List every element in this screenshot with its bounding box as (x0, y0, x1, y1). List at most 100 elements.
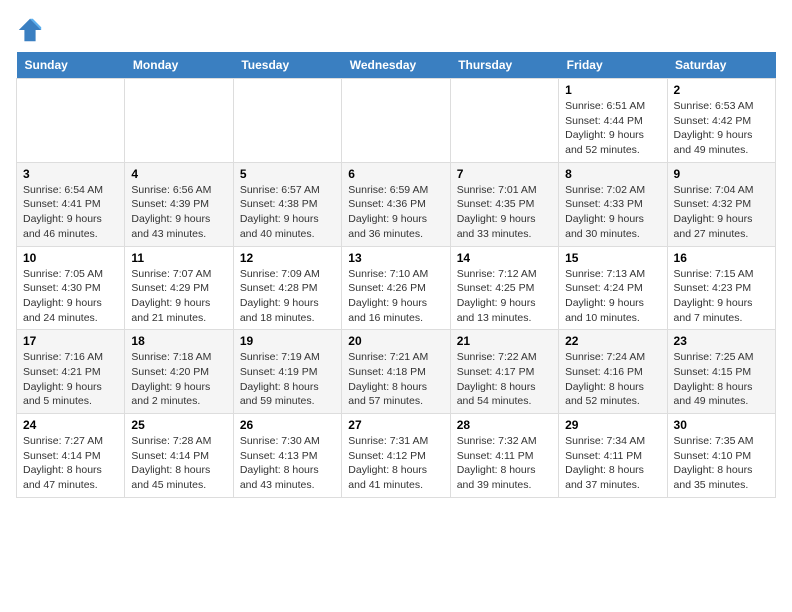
calendar-cell: 18 Sunrise: 7:18 AMSunset: 4:20 PMDayligh… (125, 330, 233, 414)
day-info: Sunrise: 7:31 AMSunset: 4:12 PMDaylight:… (348, 434, 443, 493)
day-info: Sunrise: 6:57 AMSunset: 4:38 PMDaylight:… (240, 183, 335, 242)
calendar-cell: 13 Sunrise: 7:10 AMSunset: 4:26 PMDayligh… (342, 246, 450, 330)
calendar-cell (17, 79, 125, 163)
weekday-header-row: SundayMondayTuesdayWednesdayThursdayFrid… (17, 52, 776, 79)
day-number: 14 (457, 251, 552, 265)
day-number: 20 (348, 334, 443, 348)
calendar-cell: 6Sunrise: 6:59 AMSunset: 4:36 PMDaylight… (342, 162, 450, 246)
calendar-cell: 8 Sunrise: 7:02 AMSunset: 4:33 PMDaylight… (559, 162, 667, 246)
calendar-week-row: 1Sunrise: 6:51 AMSunset: 4:44 PMDaylight… (17, 79, 776, 163)
day-info: Sunrise: 7:25 AMSunset: 4:15 PMDaylight:… (674, 350, 769, 409)
weekday-header: Wednesday (342, 52, 450, 79)
day-info: Sunrise: 7:04 AMSunset: 4:32 PMDaylight:… (674, 183, 769, 242)
day-info: Sunrise: 6:59 AMSunset: 4:36 PMDaylight:… (348, 183, 443, 242)
day-info: Sunrise: 6:54 AMSunset: 4:41 PMDaylight:… (23, 183, 118, 242)
calendar-cell: 28 Sunrise: 7:32 AMSunset: 4:11 PMDayligh… (450, 414, 558, 498)
calendar-cell: 22 Sunrise: 7:24 AMSunset: 4:16 PMDayligh… (559, 330, 667, 414)
day-number: 26 (240, 418, 335, 432)
calendar-cell: 24Sunrise: 7:27 AMSunset: 4:14 PMDayligh… (17, 414, 125, 498)
calendar-week-row: 24Sunrise: 7:27 AMSunset: 4:14 PMDayligh… (17, 414, 776, 498)
day-number: 25 (131, 418, 226, 432)
day-info: Sunrise: 7:32 AMSunset: 4:11 PMDaylight:… (457, 434, 552, 493)
day-number: 8 (565, 167, 660, 181)
calendar-cell: 5Sunrise: 6:57 AMSunset: 4:38 PMDaylight… (233, 162, 341, 246)
calendar-cell: 7Sunrise: 7:01 AMSunset: 4:35 PMDaylight… (450, 162, 558, 246)
calendar-week-row: 17 Sunrise: 7:16 AMSunset: 4:21 PMDayligh… (17, 330, 776, 414)
day-info: Sunrise: 7:19 AMSunset: 4:19 PMDaylight:… (240, 350, 335, 409)
weekday-header: Tuesday (233, 52, 341, 79)
day-info: Sunrise: 7:24 AMSunset: 4:16 PMDaylight:… (565, 350, 660, 409)
header (16, 16, 776, 44)
day-info: Sunrise: 7:28 AMSunset: 4:14 PMDaylight:… (131, 434, 226, 493)
calendar-cell: 12Sunrise: 7:09 AMSunset: 4:28 PMDayligh… (233, 246, 341, 330)
day-number: 15 (565, 251, 660, 265)
logo-icon (16, 16, 44, 44)
day-number: 2 (674, 83, 769, 97)
calendar-cell: 15 Sunrise: 7:13 AMSunset: 4:24 PMDayligh… (559, 246, 667, 330)
calendar-cell: 25 Sunrise: 7:28 AMSunset: 4:14 PMDayligh… (125, 414, 233, 498)
day-number: 18 (131, 334, 226, 348)
calendar-cell (233, 79, 341, 163)
day-number: 23 (674, 334, 769, 348)
weekday-header: Saturday (667, 52, 775, 79)
day-info: Sunrise: 7:16 AMSunset: 4:21 PMDaylight:… (23, 350, 118, 409)
day-info: Sunrise: 7:22 AMSunset: 4:17 PMDaylight:… (457, 350, 552, 409)
weekday-header: Thursday (450, 52, 558, 79)
day-info: Sunrise: 7:13 AMSunset: 4:24 PMDaylight:… (565, 267, 660, 326)
day-number: 3 (23, 167, 118, 181)
day-info: Sunrise: 6:56 AMSunset: 4:39 PMDaylight:… (131, 183, 226, 242)
calendar-cell: 27 Sunrise: 7:31 AMSunset: 4:12 PMDayligh… (342, 414, 450, 498)
calendar-cell: 1Sunrise: 6:51 AMSunset: 4:44 PMDaylight… (559, 79, 667, 163)
calendar: SundayMondayTuesdayWednesdayThursdayFrid… (16, 52, 776, 498)
day-info: Sunrise: 7:27 AMSunset: 4:14 PMDaylight:… (23, 434, 118, 493)
day-info: Sunrise: 7:10 AMSunset: 4:26 PMDaylight:… (348, 267, 443, 326)
calendar-cell: 23 Sunrise: 7:25 AMSunset: 4:15 PMDayligh… (667, 330, 775, 414)
day-info: Sunrise: 6:51 AMSunset: 4:44 PMDaylight:… (565, 99, 660, 158)
calendar-cell: 20 Sunrise: 7:21 AMSunset: 4:18 PMDayligh… (342, 330, 450, 414)
day-number: 22 (565, 334, 660, 348)
day-info: Sunrise: 7:30 AMSunset: 4:13 PMDaylight:… (240, 434, 335, 493)
day-number: 17 (23, 334, 118, 348)
calendar-cell: 17 Sunrise: 7:16 AMSunset: 4:21 PMDayligh… (17, 330, 125, 414)
day-number: 28 (457, 418, 552, 432)
calendar-week-row: 3 Sunrise: 6:54 AMSunset: 4:41 PMDaylight… (17, 162, 776, 246)
weekday-header: Sunday (17, 52, 125, 79)
calendar-cell: 26 Sunrise: 7:30 AMSunset: 4:13 PMDayligh… (233, 414, 341, 498)
day-info: Sunrise: 7:02 AMSunset: 4:33 PMDaylight:… (565, 183, 660, 242)
calendar-cell (450, 79, 558, 163)
calendar-cell: 19Sunrise: 7:19 AMSunset: 4:19 PMDayligh… (233, 330, 341, 414)
calendar-week-row: 10Sunrise: 7:05 AMSunset: 4:30 PMDayligh… (17, 246, 776, 330)
day-number: 10 (23, 251, 118, 265)
day-info: Sunrise: 7:35 AMSunset: 4:10 PMDaylight:… (674, 434, 769, 493)
day-info: Sunrise: 7:18 AMSunset: 4:20 PMDaylight:… (131, 350, 226, 409)
day-number: 9 (674, 167, 769, 181)
day-number: 13 (348, 251, 443, 265)
calendar-cell: 29 Sunrise: 7:34 AMSunset: 4:11 PMDayligh… (559, 414, 667, 498)
day-number: 4 (131, 167, 226, 181)
day-info: Sunrise: 6:53 AMSunset: 4:42 PMDaylight:… (674, 99, 769, 158)
calendar-cell: 4 Sunrise: 6:56 AMSunset: 4:39 PMDaylight… (125, 162, 233, 246)
day-info: Sunrise: 7:15 AMSunset: 4:23 PMDaylight:… (674, 267, 769, 326)
day-number: 27 (348, 418, 443, 432)
calendar-cell (125, 79, 233, 163)
logo (16, 16, 48, 44)
weekday-header: Monday (125, 52, 233, 79)
calendar-cell: 21 Sunrise: 7:22 AMSunset: 4:17 PMDayligh… (450, 330, 558, 414)
day-number: 16 (674, 251, 769, 265)
calendar-cell: 14 Sunrise: 7:12 AMSunset: 4:25 PMDayligh… (450, 246, 558, 330)
day-info: Sunrise: 7:09 AMSunset: 4:28 PMDaylight:… (240, 267, 335, 326)
day-info: Sunrise: 7:21 AMSunset: 4:18 PMDaylight:… (348, 350, 443, 409)
day-info: Sunrise: 7:34 AMSunset: 4:11 PMDaylight:… (565, 434, 660, 493)
day-number: 21 (457, 334, 552, 348)
calendar-cell: 9 Sunrise: 7:04 AMSunset: 4:32 PMDaylight… (667, 162, 775, 246)
calendar-cell: 11Sunrise: 7:07 AMSunset: 4:29 PMDayligh… (125, 246, 233, 330)
day-number: 29 (565, 418, 660, 432)
calendar-cell: 2 Sunrise: 6:53 AMSunset: 4:42 PMDaylight… (667, 79, 775, 163)
calendar-cell: 30 Sunrise: 7:35 AMSunset: 4:10 PMDayligh… (667, 414, 775, 498)
day-info: Sunrise: 7:12 AMSunset: 4:25 PMDaylight:… (457, 267, 552, 326)
day-info: Sunrise: 7:01 AMSunset: 4:35 PMDaylight:… (457, 183, 552, 242)
weekday-header: Friday (559, 52, 667, 79)
calendar-cell (342, 79, 450, 163)
day-number: 11 (131, 251, 226, 265)
day-number: 30 (674, 418, 769, 432)
